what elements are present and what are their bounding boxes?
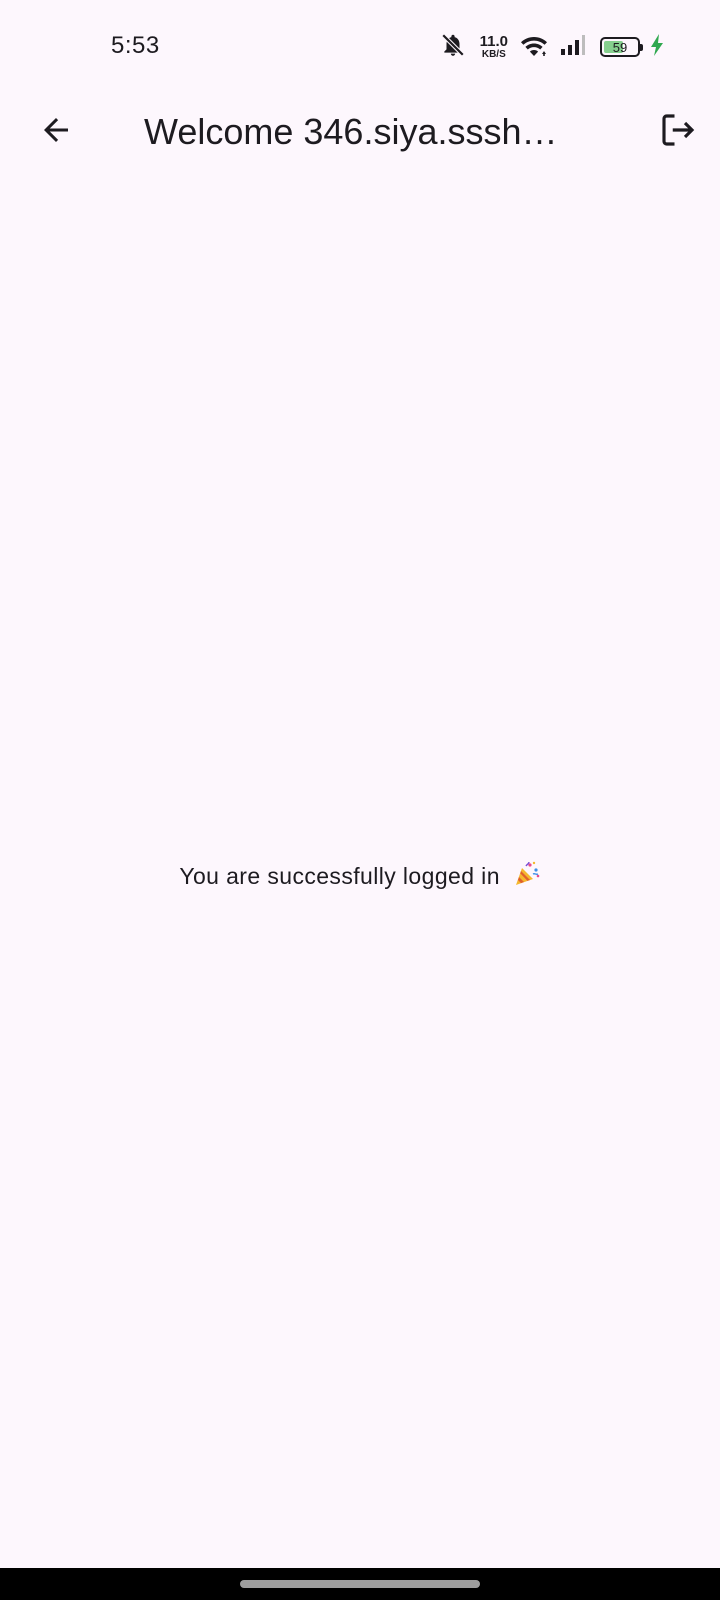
- charging-bolt-icon: [650, 33, 664, 62]
- home-gesture-handle[interactable]: [240, 1580, 480, 1588]
- system-nav-bar: [0, 1568, 720, 1600]
- page-title: Welcome 346.siya.sssh…: [144, 111, 558, 152]
- login-success-message: You are successfully logged in: [0, 860, 720, 890]
- status-icons: 11.0 KB/S 59: [440, 30, 664, 64]
- screen: 5:53 11.0 KB/S 59 Welcome 346.siya.sssh……: [0, 0, 720, 1600]
- app-bar: Welcome 346.siya.sssh…: [0, 96, 720, 168]
- back-button[interactable]: [28, 104, 84, 160]
- battery-tip: [640, 44, 643, 51]
- login-success-text: You are successfully logged in: [179, 863, 500, 889]
- network-speed: 11.0 KB/S: [480, 34, 508, 60]
- battery-icon: 59: [600, 37, 643, 57]
- network-speed-value: 11.0: [479, 33, 508, 50]
- logout-button[interactable]: [650, 104, 706, 160]
- logout-icon: [657, 109, 699, 156]
- arrow-left-icon: [38, 112, 74, 153]
- network-speed-unit: KB/S: [481, 49, 506, 60]
- party-popper-icon: [513, 860, 541, 888]
- wifi-icon: [518, 32, 550, 63]
- battery-level: 59: [612, 39, 628, 55]
- bell-off-icon: [440, 32, 466, 63]
- status-time: 5:53: [111, 32, 160, 59]
- signal-icon: [560, 34, 586, 61]
- status-bar: 5:53 11.0 KB/S 59: [0, 0, 720, 96]
